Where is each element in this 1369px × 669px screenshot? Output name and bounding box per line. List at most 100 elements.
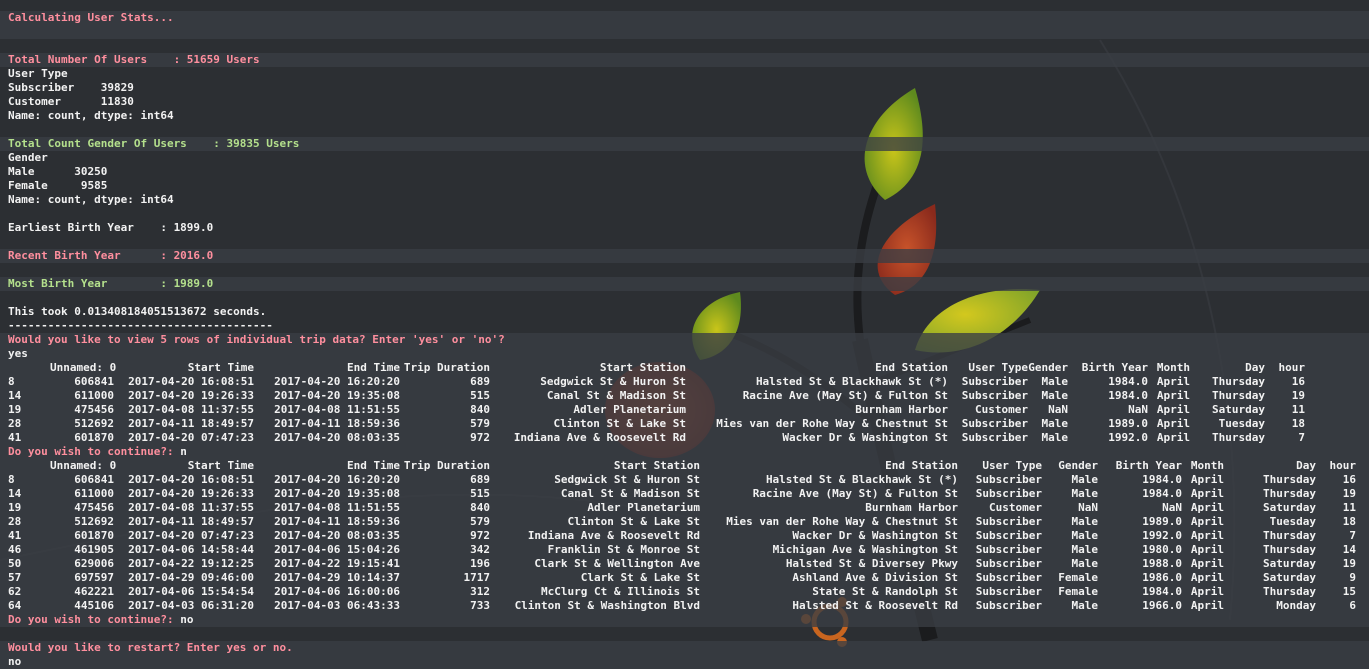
table-cell: Monday	[1276, 599, 1316, 612]
column-header: hour	[1329, 459, 1357, 472]
table-row: 57 697597 2017-04-29 09:46:00 2017-04-29 10…	[0, 571, 1369, 585]
table-row: 41 601870 2017-04-20 07:47:23 2017-04-20 08…	[0, 529, 1369, 543]
table-cell: Subscriber	[961, 375, 1028, 388]
table-cell: 601870	[74, 431, 114, 444]
most-birth-year: Most Birth Year : 1989.0	[0, 277, 1369, 291]
table-cell: 689	[470, 473, 490, 486]
restart-answer[interactable]: no	[0, 655, 1369, 669]
column-header: Unnamed: 0	[50, 361, 117, 374]
total-gender-line: Total Count Gender Of Users : 39835 User…	[0, 137, 1369, 151]
table-cell: Thursday	[1263, 529, 1316, 542]
continue-prompt-2[interactable]: Do you wish to continue?: no	[0, 613, 1369, 627]
table-cell: 14	[8, 389, 22, 402]
table-cell: Male	[1071, 487, 1099, 500]
table-cell: 2017-04-20 16:20:20	[274, 375, 400, 388]
table-cell: 2017-04-20 07:47:23	[128, 431, 254, 444]
restart-prompt: Would you like to restart? Enter yes or …	[0, 641, 1369, 655]
column-header: Start Station	[599, 361, 686, 374]
table-row: 28 512692 2017-04-11 18:49:57 2017-04-11 18…	[0, 417, 1369, 431]
table-cell: Clinton St & Lake St	[567, 515, 700, 528]
table-cell: 1984.0	[1142, 585, 1182, 598]
table-cell: 697597	[74, 571, 114, 584]
table-cell: 601870	[74, 529, 114, 542]
table-cell: Female	[1058, 585, 1098, 598]
table-cell: Male	[1071, 515, 1099, 528]
table-cell: 445106	[74, 599, 114, 612]
column-header: Start Time	[187, 361, 254, 374]
table-cell: Tuesday	[1269, 515, 1316, 528]
column-header: Trip Duration	[403, 361, 490, 374]
column-header: Gender	[1058, 459, 1098, 472]
table-cell: Sedgwick St & Huron St	[554, 473, 700, 486]
table-cell: 1984.0	[1108, 389, 1148, 402]
table-cell: 2017-04-08 11:51:55	[274, 403, 400, 416]
table-cell: Michigan Ave & Washington St	[772, 543, 958, 556]
view-rows-answer[interactable]: yes	[0, 347, 1369, 361]
table-cell: Thursday	[1263, 487, 1316, 500]
table-cell: Indiana Ave & Roosevelt Rd	[527, 529, 700, 542]
table-cell: April	[1156, 403, 1190, 416]
table-row: 62 462221 2017-04-06 15:54:54 2017-04-06 16…	[0, 585, 1369, 599]
column-header: Day	[1296, 459, 1316, 472]
table-row: 64 445106 2017-04-03 06:31:20 2017-04-03 06…	[0, 599, 1369, 613]
table-cell: Male	[1041, 417, 1069, 430]
column-header: Birth Year	[1081, 361, 1148, 374]
table-cell: Customer	[989, 501, 1042, 514]
table-cell: Burnham Harbor	[865, 501, 958, 514]
table-cell: Saturday	[1212, 403, 1265, 416]
table-cell: 1984.0	[1108, 375, 1148, 388]
table-cell: Subscriber	[961, 389, 1028, 402]
table-cell: Thursday	[1263, 585, 1316, 598]
table-cell: 972	[470, 431, 490, 444]
table-cell: Tuesday	[1218, 417, 1265, 430]
table-cell: Halsted St & Blackhawk St (*)	[765, 473, 958, 486]
table-cell: 2017-04-20 19:35:08	[274, 487, 400, 500]
table-cell: 6	[1349, 599, 1356, 612]
table-cell: April	[1190, 585, 1224, 598]
table-cell: 1984.0	[1142, 487, 1182, 500]
table-cell: Canal St & Madison St	[560, 487, 700, 500]
table-cell: 579	[470, 417, 490, 430]
table-cell: Male	[1041, 375, 1069, 388]
table-cell: 19	[8, 403, 22, 416]
column-header: Start Time	[187, 459, 254, 472]
table-cell: 2017-04-20 19:26:33	[128, 389, 254, 402]
table-cell: Male	[1071, 473, 1099, 486]
table-cell: 62	[8, 585, 22, 598]
table-cell: 28	[8, 417, 22, 430]
table-cell: 14	[8, 487, 22, 500]
table-cell: 2017-04-06 15:04:26	[274, 543, 400, 556]
table-cell: April	[1156, 375, 1190, 388]
table-cell: Subscriber	[975, 599, 1042, 612]
total-users-line: Total Number Of Users : 51659 Users	[0, 53, 1369, 67]
table-cell: 196	[470, 557, 490, 570]
table-row: 28 512692 2017-04-11 18:49:57 2017-04-11 18…	[0, 515, 1369, 529]
table-cell: 2017-04-06 15:54:54	[128, 585, 254, 598]
table-cell: April	[1156, 431, 1190, 444]
table-header-row: Unnamed: 0 Start Time End Time Trip Duratio…	[0, 459, 1369, 473]
terminal-output[interactable]: Calculating User Stats... Total Number O…	[0, 11, 1369, 669]
table-cell: 2017-04-20 08:03:35	[274, 431, 400, 444]
user-type-header: User Type	[8, 67, 68, 80]
table-cell: Subscriber	[975, 529, 1042, 542]
table-cell: 50	[8, 557, 22, 570]
table-cell: Saturday	[1263, 557, 1316, 570]
table-cell: 28	[8, 515, 22, 528]
column-header: Month	[1190, 459, 1224, 472]
customer-count: Customer 11830	[8, 95, 134, 108]
male-count: Male 30250	[8, 165, 108, 178]
table-cell: Clinton St & Washington Blvd	[514, 599, 700, 612]
column-header: Unnamed: 0	[50, 459, 117, 472]
continue-prompt-1[interactable]: Do you wish to continue?: n	[0, 445, 1369, 459]
table-cell: 606841	[74, 375, 114, 388]
table-cell: 2017-04-20 19:35:08	[274, 389, 400, 402]
table-cell: 475456	[74, 403, 114, 416]
table-cell: Adler Planetarium	[587, 501, 700, 514]
view-rows-prompt: Would you like to view 5 rows of individ…	[0, 333, 1369, 347]
table-cell: 1986.0	[1142, 571, 1182, 584]
table-cell: Sedgwick St & Huron St	[540, 375, 686, 388]
table-cell: 41	[8, 431, 22, 444]
